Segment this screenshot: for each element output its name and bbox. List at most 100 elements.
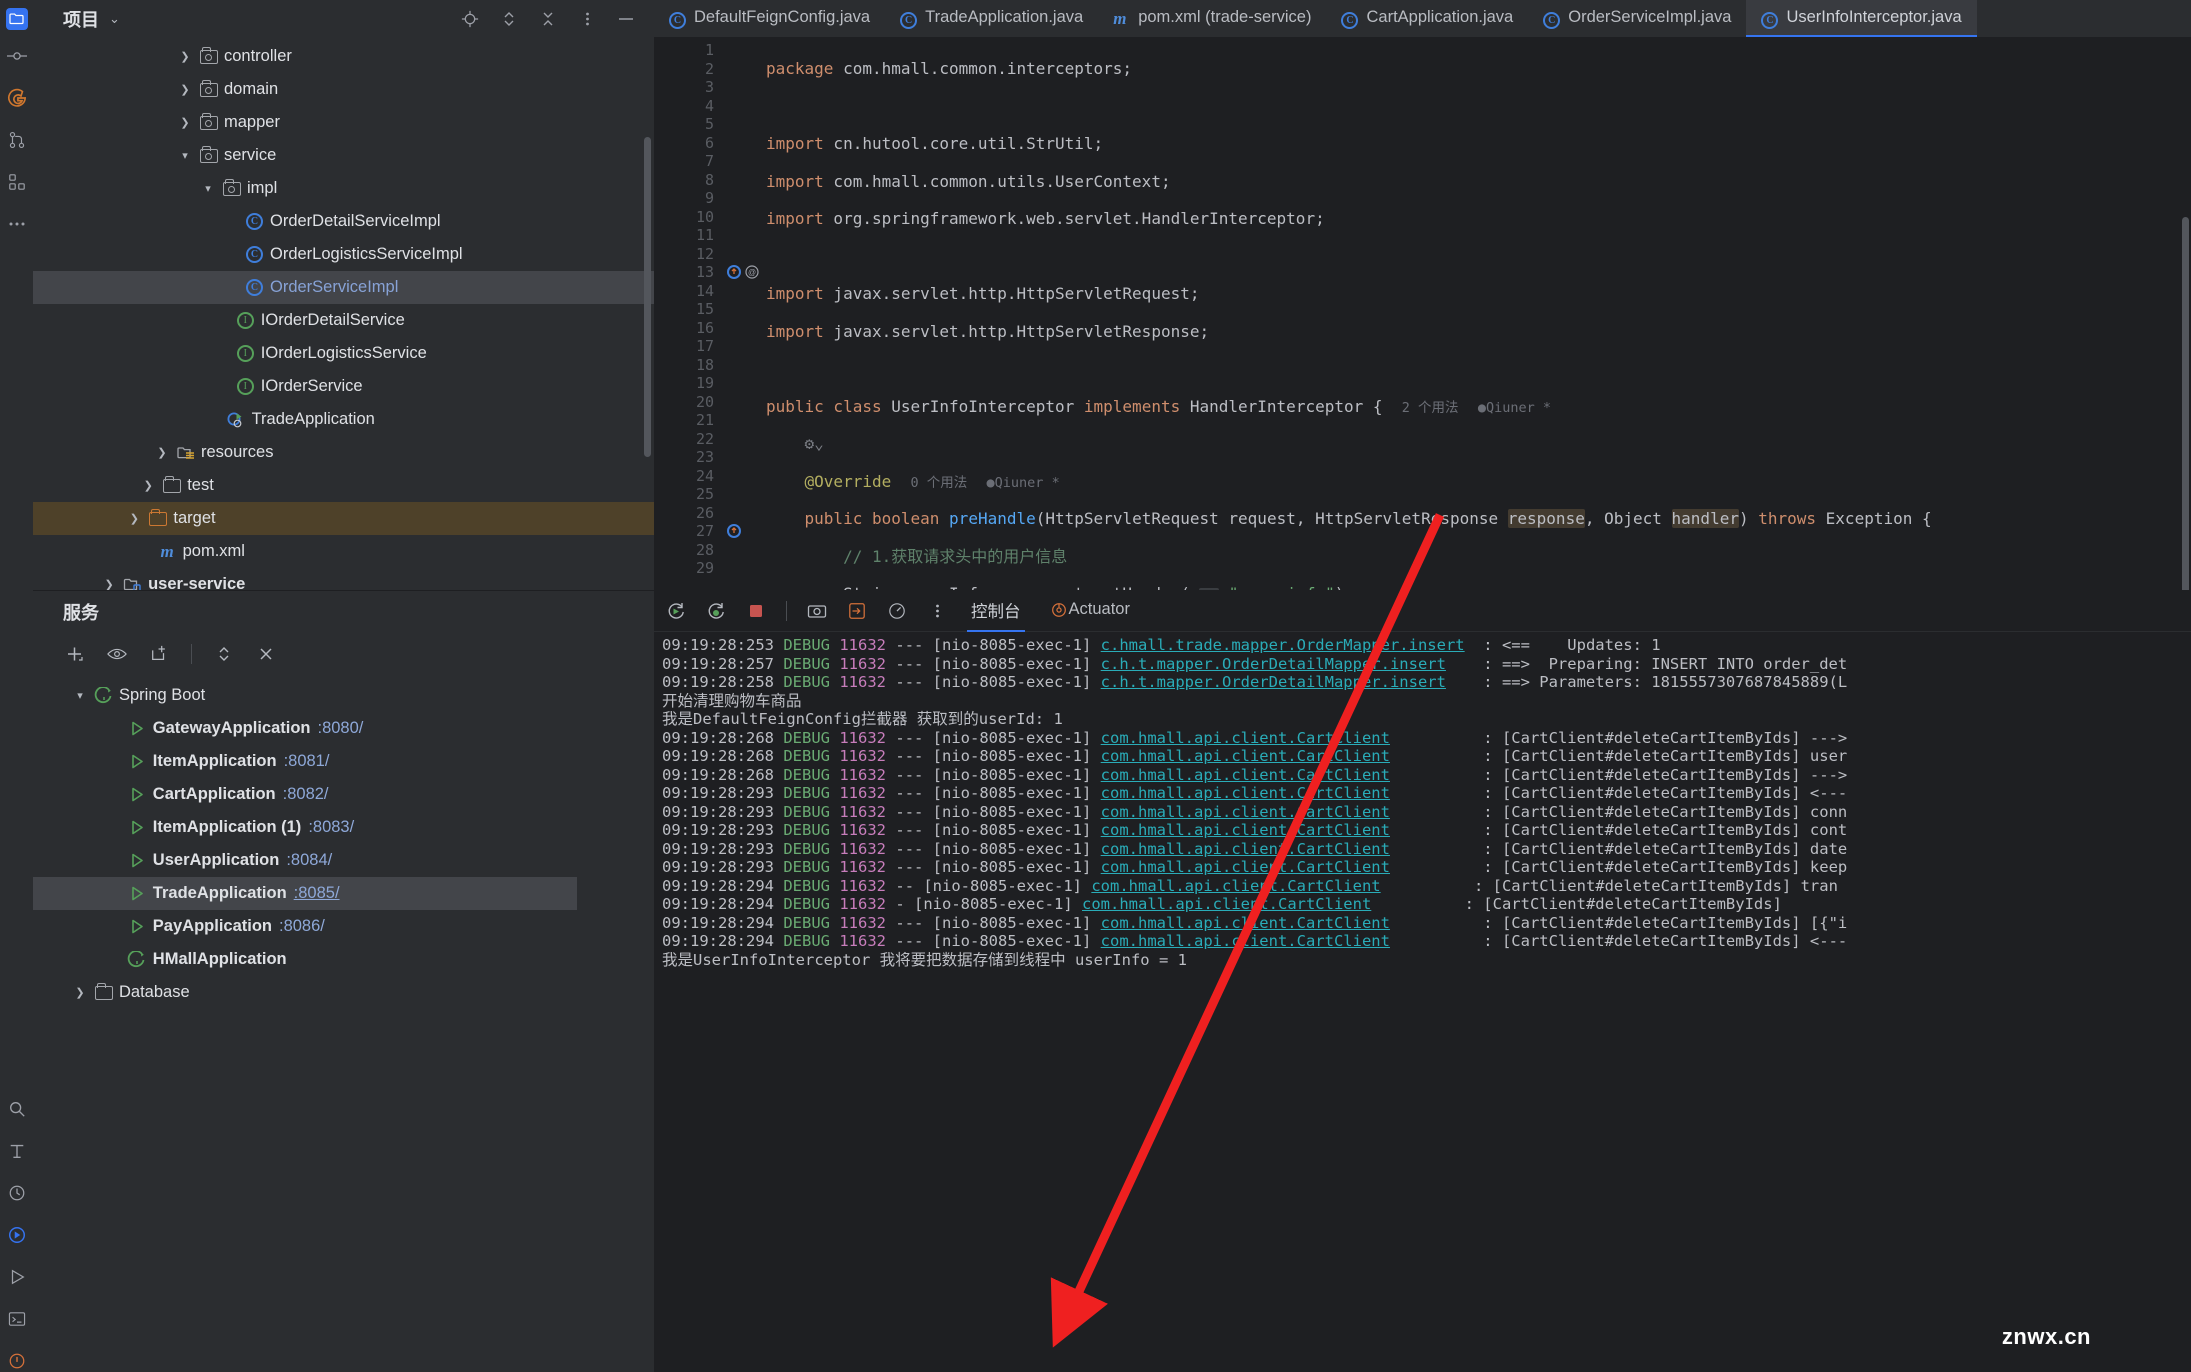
code-editor[interactable]: 1 2 3 4 5 6 7 8 9 10 11 12 13 14 15 16 17 18 19 20 21 22 23 24 2…: [654, 37, 2191, 590]
project-tree-item-iorderservice[interactable]: I IOrderService: [33, 370, 654, 403]
project-tree-item-impl[interactable]: ▾ impl: [33, 172, 654, 205]
services-icon[interactable]: [6, 1224, 28, 1246]
project-tree-item-service[interactable]: ▾ service: [33, 139, 654, 172]
profiler-icon[interactable]: [887, 601, 907, 621]
editor-tab-3[interactable]: C CartApplication.java: [1326, 0, 1528, 37]
project-tree-item-controller[interactable]: ❯ controller: [33, 40, 654, 73]
gear-inlay-icon[interactable]: ⚙⌄: [805, 434, 824, 453]
stop-icon[interactable]: [746, 601, 766, 621]
chevron-down-icon[interactable]: ▾: [201, 182, 215, 195]
add-icon[interactable]: [65, 644, 85, 664]
project-tree-item-tradeapplication[interactable]: TradeApplication: [33, 403, 654, 436]
editor-tab-0[interactable]: C DefaultFeignConfig.java: [654, 0, 885, 37]
terminal-T-icon[interactable]: [6, 1140, 28, 1162]
project-tree-item-orderserviceimpl[interactable]: C OrderServiceImpl: [33, 271, 654, 304]
service-port-link[interactable]: :8081/: [284, 752, 330, 771]
editor-tab-5[interactable]: C UserInfoInterceptor.java: [1746, 0, 1977, 37]
editor-tab-4[interactable]: C OrderServiceImpl.java: [1528, 0, 1746, 37]
chevron-down-icon[interactable]: ▾: [178, 149, 192, 162]
rerun-debug-icon[interactable]: [706, 601, 726, 621]
service-item-itemapplication[interactable]: ItemApplication :8081/: [33, 745, 654, 778]
service-port-link[interactable]: :8085/: [294, 884, 340, 903]
service-port-link[interactable]: :8084/: [286, 851, 332, 870]
hide-panel-icon[interactable]: [616, 9, 636, 29]
service-item-hmallapplication[interactable]: HMallApplication: [33, 943, 654, 976]
editor-scrollbar[interactable]: [2182, 217, 2189, 590]
project-folder-icon[interactable]: [5, 7, 28, 30]
eye-icon[interactable]: [107, 644, 127, 664]
breakpoint-override-marker[interactable]: @: [726, 263, 766, 282]
project-tree-item-mapper[interactable]: ❯ mapper: [33, 106, 654, 139]
service-port-link[interactable]: :8086/: [279, 917, 325, 936]
inlay-usages[interactable]: 0 个用法: [911, 475, 968, 491]
more-icon[interactable]: [927, 601, 947, 621]
terminal-icon[interactable]: [6, 1308, 28, 1330]
service-item-label: TradeApplication: [152, 884, 287, 902]
more-tools-icon[interactable]: [6, 213, 28, 235]
expand-collapse-icon[interactable]: [499, 9, 519, 29]
screenshot-icon[interactable]: [807, 601, 827, 621]
notifications-icon[interactable]: [6, 1350, 28, 1372]
collapse-all-icon[interactable]: [538, 9, 558, 29]
structure-icon[interactable]: [6, 171, 28, 193]
console-tab-console[interactable]: 控制台: [967, 590, 1025, 632]
chevron-right-icon[interactable]: ❯: [178, 116, 192, 129]
run-icon[interactable]: [6, 1266, 28, 1288]
project-tree-item-pom-xml[interactable]: m pom.xml: [33, 535, 654, 568]
project-tree[interactable]: ❯ controller ❯ domain ❯ mapper ▾ service ▾ impl C O…: [33, 37, 654, 590]
project-tree-item-orderlogisticsserviceimpl[interactable]: C OrderLogisticsServiceImpl: [33, 238, 654, 271]
editor-gutter[interactable]: 1 2 3 4 5 6 7 8 9 10 11 12 13 14 15 16 17 18 19 20 21 22 23 24 2…: [654, 37, 726, 590]
project-tree-scrollbar[interactable]: [644, 137, 651, 457]
service-port-link[interactable]: :8083/: [308, 818, 354, 837]
gitee-icon[interactable]: [6, 87, 28, 109]
commit-icon[interactable]: [6, 45, 28, 67]
project-tree-item-orderdetailserviceimpl[interactable]: C OrderDetailServiceImpl: [33, 205, 654, 238]
project-tree-item-test[interactable]: ❯ test: [33, 469, 654, 502]
more-options-icon[interactable]: [577, 9, 597, 29]
export-icon[interactable]: [847, 601, 867, 621]
chevron-right-icon[interactable]: ❯: [127, 512, 141, 525]
chevron-down-icon[interactable]: ⌄: [109, 11, 120, 27]
code-content[interactable]: package com.hmall.common.interceptors; i…: [766, 37, 2191, 590]
chevron-right-icon[interactable]: ❯: [178, 83, 192, 96]
chevron-right-icon[interactable]: ❯: [102, 578, 116, 590]
rerun-icon[interactable]: [666, 601, 686, 621]
chevron-down-icon[interactable]: ▾: [73, 689, 87, 702]
project-tool-icon-slot[interactable]: [0, 0, 33, 37]
project-tree-item-iorderdetailservice[interactable]: I IOrderDetailService: [33, 304, 654, 337]
chevron-right-icon[interactable]: ❯: [141, 479, 155, 492]
service-item-tradeapplication[interactable]: TradeApplication :8085/: [33, 877, 577, 910]
editor-tab-2[interactable]: m pom.xml (trade-service): [1098, 0, 1326, 37]
problems-icon[interactable]: [6, 1182, 28, 1204]
override-marker[interactable]: [726, 522, 766, 541]
search-icon[interactable]: [6, 1098, 28, 1120]
service-item-database[interactable]: ❯ Database: [33, 976, 654, 1009]
add-tab-icon[interactable]: [149, 644, 169, 664]
project-tree-item-iorderlogisticsservice[interactable]: I IOrderLogisticsService: [33, 337, 654, 370]
service-item-gatewayapplication[interactable]: GatewayApplication :8080/: [33, 712, 654, 745]
service-item-cartapplication[interactable]: CartApplication :8082/: [33, 778, 654, 811]
expand-collapse-icon[interactable]: [214, 644, 234, 664]
console-tab-actuator[interactable]: Actuator: [1045, 590, 1134, 632]
service-item-userapplication[interactable]: UserApplication :8084/: [33, 844, 654, 877]
service-port-link[interactable]: :8080/: [318, 719, 364, 738]
services-tree[interactable]: ▾ Spring Boot GatewayApplication :8080/Ite…: [33, 675, 654, 1372]
console-output[interactable]: 09:19:28:253 DEBUG 11632 --- [nio-8085-e…: [654, 632, 2191, 1372]
chevron-right-icon[interactable]: ❯: [178, 50, 192, 63]
inlay-usages[interactable]: 2 个用法: [1402, 400, 1459, 416]
service-port-link[interactable]: :8082/: [283, 785, 329, 804]
project-tree-item-resources[interactable]: ❯ resources: [33, 436, 654, 469]
editor-tab-1[interactable]: C TradeApplication.java: [885, 0, 1098, 37]
service-item-payapplication[interactable]: PayApplication :8086/: [33, 910, 654, 943]
close-all-icon[interactable]: [256, 644, 276, 664]
service-item-spring-boot[interactable]: ▾ Spring Boot: [33, 679, 654, 712]
service-item-label: HMallApplication: [152, 950, 287, 968]
locate-target-icon[interactable]: [460, 9, 480, 29]
project-tree-item-domain[interactable]: ❯ domain: [33, 73, 654, 106]
service-item-itemapplication-1-[interactable]: ItemApplication (1) :8083/: [33, 811, 654, 844]
project-tree-item-target[interactable]: ❯ target: [33, 502, 654, 535]
chevron-right-icon[interactable]: ❯: [73, 986, 87, 999]
project-tree-item-user-service[interactable]: ❯ user-service: [33, 568, 654, 590]
pull-requests-icon[interactable]: [6, 129, 28, 151]
chevron-right-icon[interactable]: ❯: [155, 446, 169, 459]
